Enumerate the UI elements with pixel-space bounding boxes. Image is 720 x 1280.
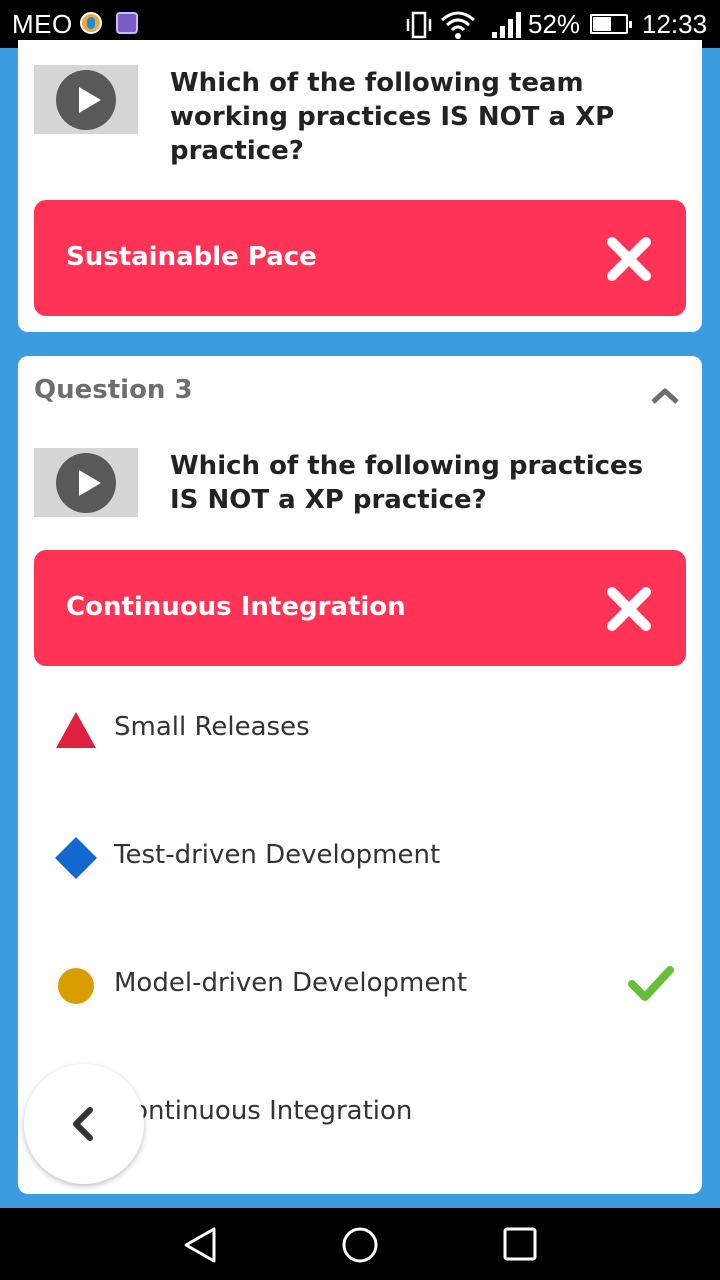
incorrect-x-icon [607, 587, 651, 631]
video-thumbnail[interactable] [34, 448, 138, 517]
diamond-icon [55, 837, 97, 879]
app-notification-icon [80, 12, 102, 34]
answer-option: Test-driven Development [54, 826, 674, 886]
question-number-label: Question 3 [34, 375, 193, 405]
chevron-up-icon[interactable] [650, 386, 680, 406]
battery-percent: 52% [528, 9, 581, 39]
chevron-left-icon [73, 1107, 93, 1141]
nav-back-icon[interactable] [182, 1226, 218, 1264]
question-text: Which of the following practices IS NOT … [170, 451, 644, 515]
circle-icon [58, 968, 94, 1004]
option-text: Model-driven Development [114, 968, 468, 998]
triangle-icon [56, 712, 96, 748]
system-nav-bar [0, 1208, 720, 1280]
wifi-icon [441, 11, 475, 39]
gallery-notification-icon [116, 12, 138, 34]
answer-option: Continuous Integration [54, 1082, 674, 1142]
answer-option-correct: Model-driven Development [54, 954, 674, 1014]
option-text: Small Releases [114, 712, 310, 742]
question-card-previous: Which of the following team working prac… [18, 40, 702, 332]
nav-home-icon[interactable] [341, 1226, 379, 1264]
play-icon[interactable] [56, 453, 116, 513]
play-icon[interactable] [56, 70, 116, 130]
battery-icon [590, 14, 632, 34]
selected-answer-bar: Continuous Integration [34, 550, 686, 666]
option-text: Test-driven Development [114, 840, 441, 870]
vibrate-icon [406, 11, 432, 39]
incorrect-x-icon [607, 237, 651, 281]
correct-check-icon [628, 966, 674, 1001]
selected-answer-bar: Sustainable Pace [34, 200, 686, 316]
carrier-name: MEO [12, 9, 73, 39]
option-text: Continuous Integration [114, 1096, 413, 1126]
nav-recents-icon[interactable] [502, 1226, 538, 1262]
selected-answer-text: Continuous Integration [66, 592, 406, 622]
selected-answer-text: Sustainable Pace [66, 242, 317, 272]
question-text: Which of the following team working prac… [170, 68, 615, 166]
question-card: Question 3 Which of the following practi… [18, 356, 702, 1194]
clock: 12:33 [642, 9, 708, 39]
back-button[interactable] [24, 1064, 144, 1184]
video-thumbnail[interactable] [34, 65, 138, 134]
answer-option: Small Releases [54, 698, 674, 758]
signal-icon [492, 12, 521, 38]
